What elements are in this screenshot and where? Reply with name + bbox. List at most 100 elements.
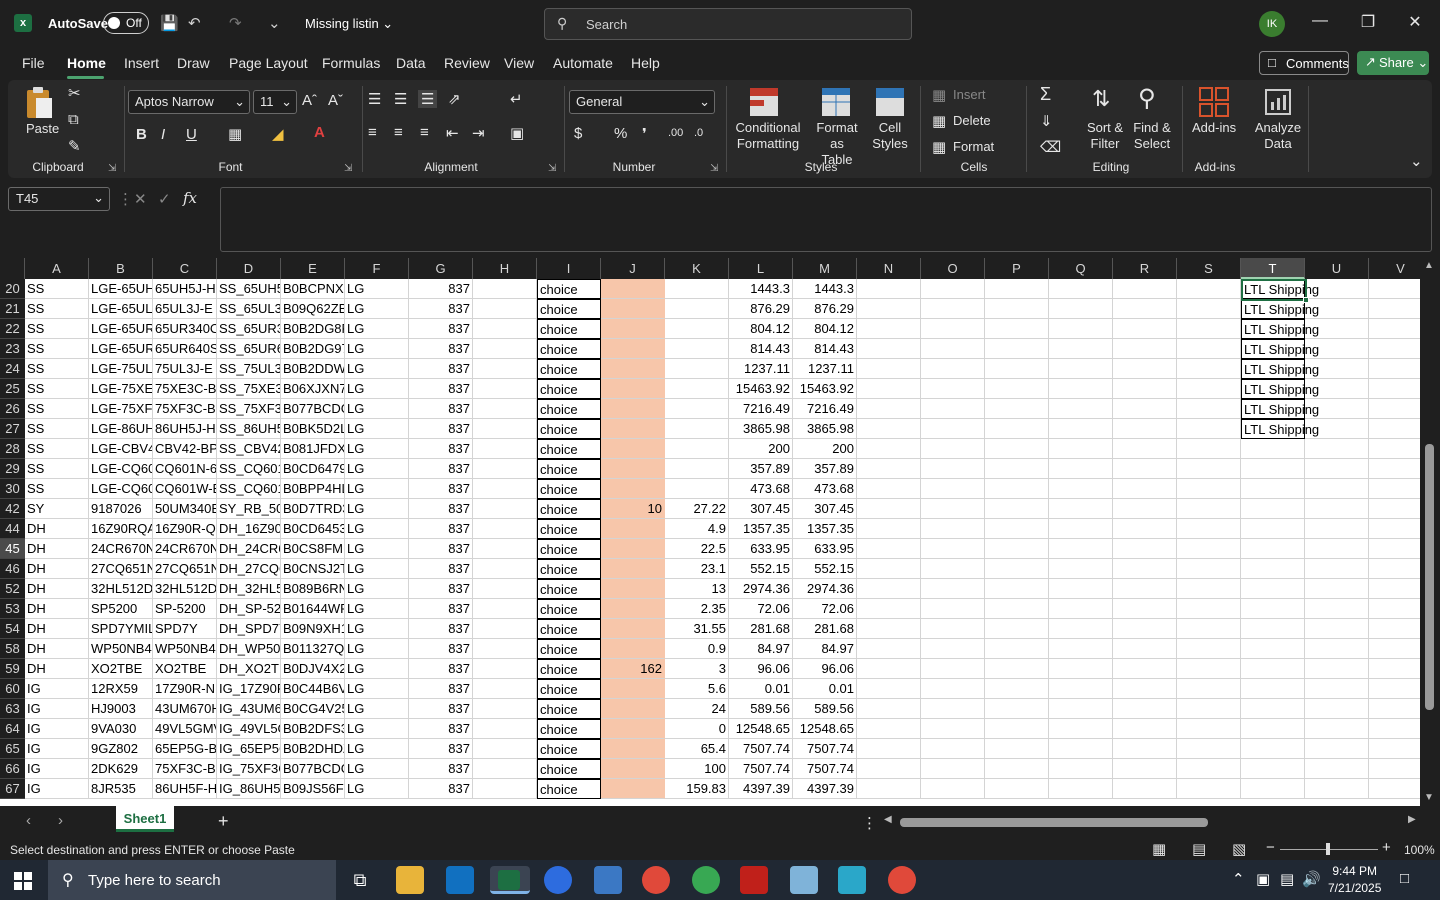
tab-home[interactable]: Home [67, 55, 106, 71]
cell-e45[interactable]: B0CS8FM [281, 539, 345, 559]
borders-icon[interactable]: ▦ [228, 125, 242, 143]
cell-i26[interactable]: choice [537, 399, 601, 419]
row-header[interactable]: 58 [0, 639, 25, 659]
cell-a45[interactable]: DH [25, 539, 89, 559]
cell-u30[interactable] [1305, 479, 1369, 499]
row-header[interactable]: 30 [0, 479, 25, 499]
cell-n52[interactable] [857, 579, 921, 599]
cell-e46[interactable]: B0CNSJ2T [281, 559, 345, 579]
cell-j65[interactable] [601, 739, 665, 759]
cell-a67[interactable]: IG [25, 779, 89, 799]
cell-u54[interactable] [1305, 619, 1369, 639]
cell-h60[interactable] [473, 679, 537, 699]
cell-c60[interactable]: 17Z90R-N. [153, 679, 217, 699]
cell-b54[interactable]: SPD7YMIL [89, 619, 153, 639]
row-header[interactable]: 45 [0, 539, 25, 559]
cell-n42[interactable] [857, 499, 921, 519]
paste-button[interactable] [22, 86, 56, 123]
cell-v25[interactable] [1369, 379, 1420, 399]
cell-h58[interactable] [473, 639, 537, 659]
cell-g65[interactable]: 837 [409, 739, 473, 759]
cell-q26[interactable] [1049, 399, 1113, 419]
excel-taskbar-icon[interactable] [490, 866, 530, 894]
cell-j58[interactable] [601, 639, 665, 659]
cell-r42[interactable] [1113, 499, 1177, 519]
column-header-s[interactable]: S [1177, 258, 1241, 279]
cell-t44[interactable] [1241, 519, 1305, 539]
cell-e21[interactable]: B09Q62ZB [281, 299, 345, 319]
cell-s64[interactable] [1177, 719, 1241, 739]
cell-m30[interactable]: 473.68 [793, 479, 857, 499]
cell-a42[interactable]: SY [25, 499, 89, 519]
cell-l66[interactable]: 7507.74 [729, 759, 793, 779]
cell-q54[interactable] [1049, 619, 1113, 639]
cell-g52[interactable]: 837 [409, 579, 473, 599]
cell-j30[interactable] [601, 479, 665, 499]
cell-h24[interactable] [473, 359, 537, 379]
cell-n22[interactable] [857, 319, 921, 339]
align-middle-icon[interactable]: ☰ [394, 90, 407, 108]
cell-k54[interactable]: 31.55 [665, 619, 729, 639]
cell-n28[interactable] [857, 439, 921, 459]
cell-m28[interactable]: 200 [793, 439, 857, 459]
cell-l20[interactable]: 1443.3 [729, 279, 793, 299]
cell-q53[interactable] [1049, 599, 1113, 619]
column-header-d[interactable]: D [217, 258, 281, 279]
cell-q24[interactable] [1049, 359, 1113, 379]
cell-n26[interactable] [857, 399, 921, 419]
cell-s67[interactable] [1177, 779, 1241, 799]
cell-u21[interactable] [1305, 299, 1369, 319]
cell-a58[interactable]: DH [25, 639, 89, 659]
cell-u28[interactable] [1305, 439, 1369, 459]
cell-g24[interactable]: 837 [409, 359, 473, 379]
cell-t63[interactable] [1241, 699, 1305, 719]
cell-e53[interactable]: B01644WF [281, 599, 345, 619]
cell-s44[interactable] [1177, 519, 1241, 539]
cell-v66[interactable] [1369, 759, 1420, 779]
cell-i60[interactable]: choice [537, 679, 601, 699]
cell-c44[interactable]: 16Z90R-Q. [153, 519, 217, 539]
cell-j42[interactable]: 10 [601, 499, 665, 519]
delete-label[interactable]: Delete [953, 113, 991, 128]
cell-m23[interactable]: 814.43 [793, 339, 857, 359]
cell-r27[interactable] [1113, 419, 1177, 439]
cell-p21[interactable] [985, 299, 1049, 319]
cell-g60[interactable]: 837 [409, 679, 473, 699]
cell-l44[interactable]: 1357.35 [729, 519, 793, 539]
cell-d58[interactable]: DH_WP50I [217, 639, 281, 659]
cell-m45[interactable]: 633.95 [793, 539, 857, 559]
cell-o26[interactable] [921, 399, 985, 419]
cell-i29[interactable]: choice [537, 459, 601, 479]
cell-a66[interactable]: IG [25, 759, 89, 779]
cell-l22[interactable]: 804.12 [729, 319, 793, 339]
cell-e42[interactable]: B0D7TRD3 [281, 499, 345, 519]
cell-j64[interactable] [601, 719, 665, 739]
cell-f53[interactable]: LG [345, 599, 409, 619]
cell-h44[interactable] [473, 519, 537, 539]
cell-h26[interactable] [473, 399, 537, 419]
cell-f64[interactable]: LG [345, 719, 409, 739]
cell-e67[interactable]: B09JS56F4 [281, 779, 345, 799]
cell-h27[interactable] [473, 419, 537, 439]
horizontal-scroll-thumb[interactable] [900, 818, 1208, 827]
cell-q66[interactable] [1049, 759, 1113, 779]
column-header-o[interactable]: O [921, 258, 985, 279]
cell-k63[interactable]: 24 [665, 699, 729, 719]
cell-c26[interactable]: 75XF3C-B [153, 399, 217, 419]
cell-o64[interactable] [921, 719, 985, 739]
cell-styles-button[interactable] [874, 86, 906, 121]
cell-m64[interactable]: 12548.65 [793, 719, 857, 739]
cell-h53[interactable] [473, 599, 537, 619]
cell-d53[interactable]: DH_SP-52( [217, 599, 281, 619]
cell-v24[interactable] [1369, 359, 1420, 379]
cell-m60[interactable]: 0.01 [793, 679, 857, 699]
cell-h63[interactable] [473, 699, 537, 719]
add-sheet-button[interactable]: + [218, 811, 229, 832]
row-header[interactable]: 24 [0, 359, 25, 379]
cell-q25[interactable] [1049, 379, 1113, 399]
cell-e29[interactable]: B0CD6479 [281, 459, 345, 479]
cell-d26[interactable]: SS_75XF3C [217, 399, 281, 419]
cell-c53[interactable]: SP-5200 [153, 599, 217, 619]
cell-t67[interactable] [1241, 779, 1305, 799]
cell-s26[interactable] [1177, 399, 1241, 419]
